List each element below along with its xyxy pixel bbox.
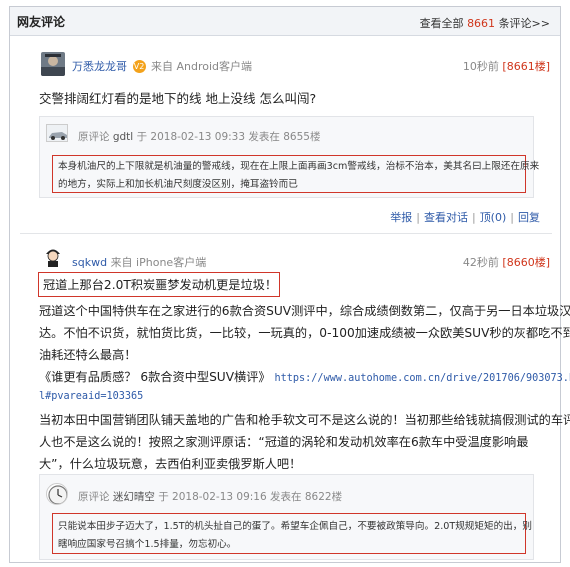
quote-prefix: 于 [136, 131, 148, 143]
comment-actions: 举报 | 查看对话 | 顶(0) | 回复 [390, 211, 540, 224]
section-title: 网友评论 [17, 15, 66, 29]
comment-floor: [8661楼] [502, 60, 550, 73]
total-comment-count: 8661 [467, 17, 496, 30]
divider [20, 233, 552, 234]
quoted-comment: 原评论 gdtl 于 2018-02-13 09:33 发表在 8655楼 本身… [39, 116, 539, 198]
quote-header: 原评论 gdtl 于 2018-02-13 09:33 发表在 8655楼 [78, 129, 320, 144]
avatar[interactable] [41, 244, 65, 268]
comment-username[interactable]: 万悉龙龙哥 [72, 60, 127, 73]
quote-datetime: 2018-02-13 09:16 [172, 491, 267, 503]
comment-line: 当初本田中国营销团队铺天盖地的广告和枪手软文可不是这么说的！当初那些给钱就搞假测… [39, 413, 570, 427]
article-title[interactable]: 《谁更有品质感？ 6款合资中型SUV横评》 [39, 370, 271, 384]
quote-line: 只能说本田步子迈大了，1.5T的机头扯自己的蛋了。希望车企佩自己，不要被政策导向… [58, 521, 532, 532]
avatar[interactable] [41, 52, 65, 76]
quote-posted: 发表在 [248, 131, 280, 143]
comment-text: 交警排阔红灯看的是地下的线 地上没线 怎么叫闯? [39, 91, 317, 106]
article-url[interactable]: https://www.autohome.com.cn/drive/201706… [275, 373, 570, 384]
vip-badge: V2 [132, 60, 146, 73]
quoted-comment: 原评论 迷幻晴空 于 2018-02-13 09:16 发表在 8622楼 只能… [39, 474, 534, 560]
comment-username[interactable]: sqkwd [72, 256, 107, 269]
user-photo-icon [41, 52, 65, 76]
car-thumbnail [46, 124, 68, 142]
clock-icon [48, 485, 67, 504]
quote-line: 瞎响应国家号召搞个1.5排量，勿忘初心。 [58, 539, 237, 550]
view-all-comments-link[interactable]: 查看全部 8661 条评论>> [420, 15, 550, 31]
comments-header: 网友评论 查看全部 8661 条评论>> [10, 7, 560, 36]
comment-line: 冠道这个中国特供车在之家进行的6款合资SUV测评中，综合成绩倒数第二，仅高于另一… [39, 304, 570, 318]
quote-datetime: 2018-02-13 09:33 [150, 131, 246, 143]
quote-label: 原评论 [78, 491, 110, 503]
view-all-prefix: 查看全部 [419, 17, 464, 30]
user-cartoon-icon [41, 244, 65, 268]
report-link[interactable]: 举报 [390, 211, 412, 224]
comment-time-floor: 10秒前 [8661楼] [463, 58, 550, 74]
comment-title: 冠道上那台2.0T积炭噩梦发动机更是垃圾！ [43, 278, 278, 292]
reply-link[interactable]: 回复 [518, 211, 540, 224]
quote-header: 原评论 迷幻晴空 于 2018-02-13 09:16 发表在 8622楼 [78, 489, 342, 504]
comment-line: 人也不是这么说的！按照之家测评原话：“冠道的涡轮和发动机效率在6款车中受温度影响… [39, 435, 529, 449]
clock-thumbnail [46, 483, 68, 505]
upvote-link[interactable]: 顶(0) [480, 211, 507, 224]
article-link-line: 《谁更有品质感？ 6款合资中型SUV横评》 https://www.autoho… [39, 369, 570, 387]
quote-floor: 8655楼 [283, 131, 321, 143]
quote-label: 原评论 [78, 131, 110, 143]
comment-meta: 万悉龙龙哥 V2 来自 Android客户端 [72, 58, 252, 74]
article-url-cont[interactable]: l#pvareaid=103365 [39, 389, 143, 405]
quote-line: 本身机油尺的上下限就是机油量的警戒线，现在在上限上面再画3cm警戒线，治标不治本… [58, 161, 540, 172]
quote-username[interactable]: 迷幻晴空 [113, 491, 155, 503]
car-icon [47, 125, 67, 141]
quote-floor: 8622楼 [304, 491, 343, 503]
comment-line: 达。不怕不识货，就怕货比货，一比较，一玩真的，0-100加速成绩被一众欧美SUV… [39, 326, 570, 340]
comment-floor: [8660楼] [502, 256, 550, 269]
quote-posted: 发表在 [270, 491, 302, 503]
comment-meta: sqkwd 来自 iPhone客户端 [72, 254, 206, 270]
comment-time-floor: 42秒前 [8660楼] [463, 254, 550, 270]
comment-line: 大”，什么垃圾玩意，去西伯利亚卖俄罗斯人吧！ [39, 457, 302, 471]
comment-line: 油耗还特么最高！ [39, 348, 137, 362]
comment-source: 来自 iPhone客户端 [110, 256, 207, 269]
view-conversation-link[interactable]: 查看对话 [424, 211, 468, 224]
comments-panel: 网友评论 查看全部 8661 条评论>> 万悉龙龙哥 V2 来自 Android… [9, 6, 570, 563]
quote-prefix: 于 [158, 491, 169, 503]
quote-line: 的地方，实际上和加长机油尺刻度没区别，掩耳盗铃而已 [58, 179, 298, 190]
comment-time: 10秒前 [462, 60, 499, 73]
view-all-suffix: 条评论>> [498, 17, 550, 30]
quote-username[interactable]: gdtl [113, 131, 133, 143]
comment-source: 来自 Android客户端 [151, 60, 253, 73]
comment-time: 42秒前 [462, 256, 499, 269]
